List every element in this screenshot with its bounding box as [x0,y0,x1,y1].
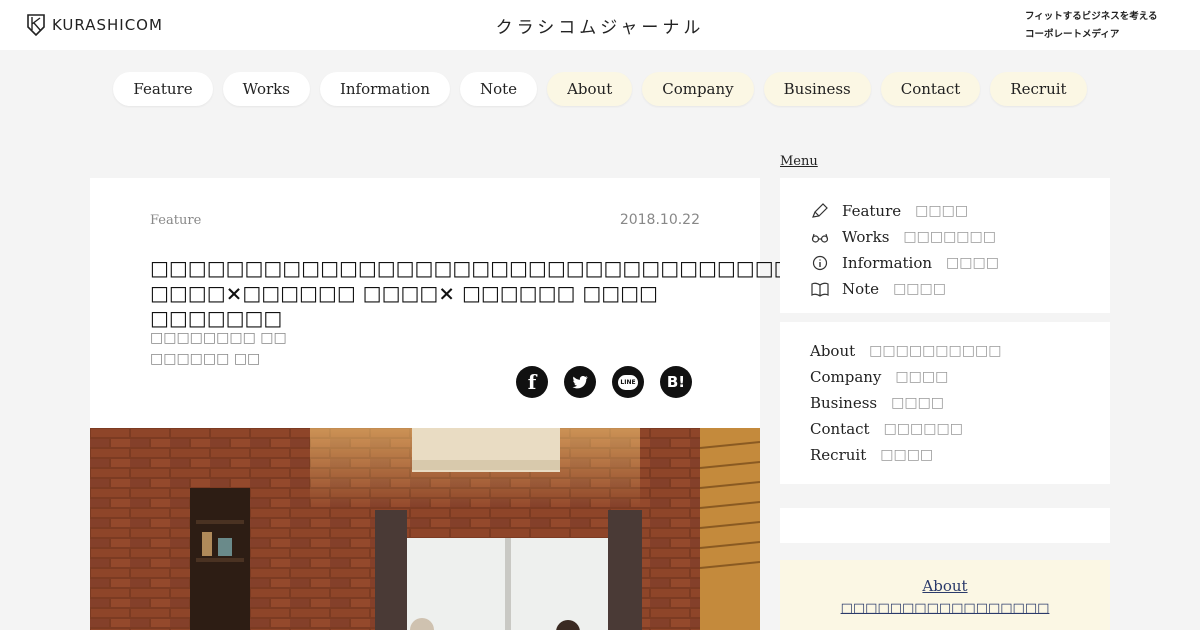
sidebar-item-sublabel: □□□□ [946,255,999,271]
hatena-bookmark-button[interactable]: B! [660,366,692,398]
article-credits: □□□□□□□□ □□ □□□□□□ □□ [150,328,287,370]
nav-pill-company[interactable]: Company [642,72,754,106]
sidebar-item-sublabel: □□□□□□□ [903,229,996,245]
sidebar-item-sublabel: □□□□□□ [883,421,963,437]
sidebar-empty-box [780,508,1110,543]
about-subtitle-link[interactable]: □□□□□□□□□□□□□□□□□ [780,601,1110,616]
article-title: □□□□□□□□□□□□□□□□□□□□□□□□□□□□□□□□□□ □□□□×… [150,256,793,330]
sidebar-item-sublabel: □□□□ [891,395,945,411]
sidebar-item-business[interactable]: Business □□□□ [810,390,1110,416]
share-buttons: f LINE B! [516,366,692,398]
sidebar-item-recruit[interactable]: Recruit □□□□ [810,442,1110,468]
sidebar-item-information[interactable]: Information □□□□ [810,250,1110,276]
nav-pill-note[interactable]: Note [460,72,538,106]
hero-photo-illustration [90,428,760,630]
twitter-icon [572,375,588,389]
sidebar-item-label: Works [842,228,890,246]
article-header-card: Feature 2018.10.22 □□□□□□□□□□□□□□□□□□□□□… [90,178,793,428]
nav-pill-contact[interactable]: Contact [880,72,981,106]
about-link[interactable]: About [922,577,967,595]
sidebar-item-label: Note [842,280,880,298]
sidebar-main-menu: Feature □□□□ Works □□□□□□□ Information □… [780,178,1110,313]
credit-line-2: □□□□□□ □□ [150,351,261,367]
sidebar-item-sublabel: □□□□ [880,447,934,463]
sidebar-item-note[interactable]: Note □□□□ [810,276,1110,302]
site-title[interactable]: クラシコムジャーナル [0,13,1200,38]
hatena-icon: B! [666,373,686,391]
twitter-share-button[interactable] [564,366,596,398]
article-category[interactable]: Feature [150,213,201,228]
sidebar-item-label: Recruit [810,446,867,464]
tagline: フィットするビジネスを考える コーポレートメディア [1025,8,1158,44]
sidebar-item-label: Feature [842,202,902,220]
nav-pill-recruit[interactable]: Recruit [990,72,1087,106]
sidebar-corporate-menu: About □□□□□□□□□□ Company □□□□ Business □… [780,322,1110,484]
nav-pill-business[interactable]: Business [763,72,871,106]
sidebar-item-sublabel: □□□□ [915,203,969,219]
pen-icon [810,203,830,219]
tagline-line-1: フィットするビジネスを考える [1025,11,1158,22]
nav-pill-about[interactable]: About [547,72,633,106]
sidebar-item-about[interactable]: About □□□□□□□□□□ [810,338,1110,364]
article-hero-photo [90,428,760,630]
sidebar-item-sublabel: □□□□ [895,369,949,385]
nav-pill-feature[interactable]: Feature [113,72,213,106]
info-icon [810,255,830,271]
sidebar-item-label: Company [810,368,882,386]
sidebar-item-feature[interactable]: Feature □□□□ [810,198,1110,224]
facebook-share-button[interactable]: f [516,366,548,398]
line-icon-text: LINE [620,378,636,386]
sidebar-item-sublabel: □□□□□□□□□□ [869,343,1002,359]
sidebar-item-company[interactable]: Company □□□□ [810,364,1110,390]
facebook-icon: f [527,370,537,394]
sidebar-item-sublabel: □□□□ [893,281,946,297]
line-icon: LINE [618,374,638,390]
about-promo-box: About □□□□□□□□□□□□□□□□□ [780,560,1110,630]
glasses-icon [810,229,830,245]
article-date: 2018.10.22 [619,212,700,228]
sidebar-item-works[interactable]: Works □□□□□□□ [810,224,1110,250]
category-nav: Feature Works Information Note About Com… [0,72,1200,106]
credit-line-1: □□□□□□□□ □□ [150,330,287,346]
sidebar-item-contact[interactable]: Contact □□□□□□ [810,416,1110,442]
book-icon [810,281,830,297]
sidebar-item-label: Information [842,254,933,272]
line-share-button[interactable]: LINE [612,366,644,398]
sidebar-item-label: Business [810,394,878,412]
sidebar-item-label: About [810,342,856,360]
site-header: KURASHICOM クラシコムジャーナル フィットするビジネスを考える コーポ… [0,0,1200,50]
nav-pill-information[interactable]: Information [319,72,450,106]
nav-pill-works[interactable]: Works [222,72,310,106]
sidebar-item-label: Contact [810,420,870,438]
tagline-line-2: コーポレートメディア [1025,29,1120,40]
menu-label[interactable]: Menu [780,154,818,169]
